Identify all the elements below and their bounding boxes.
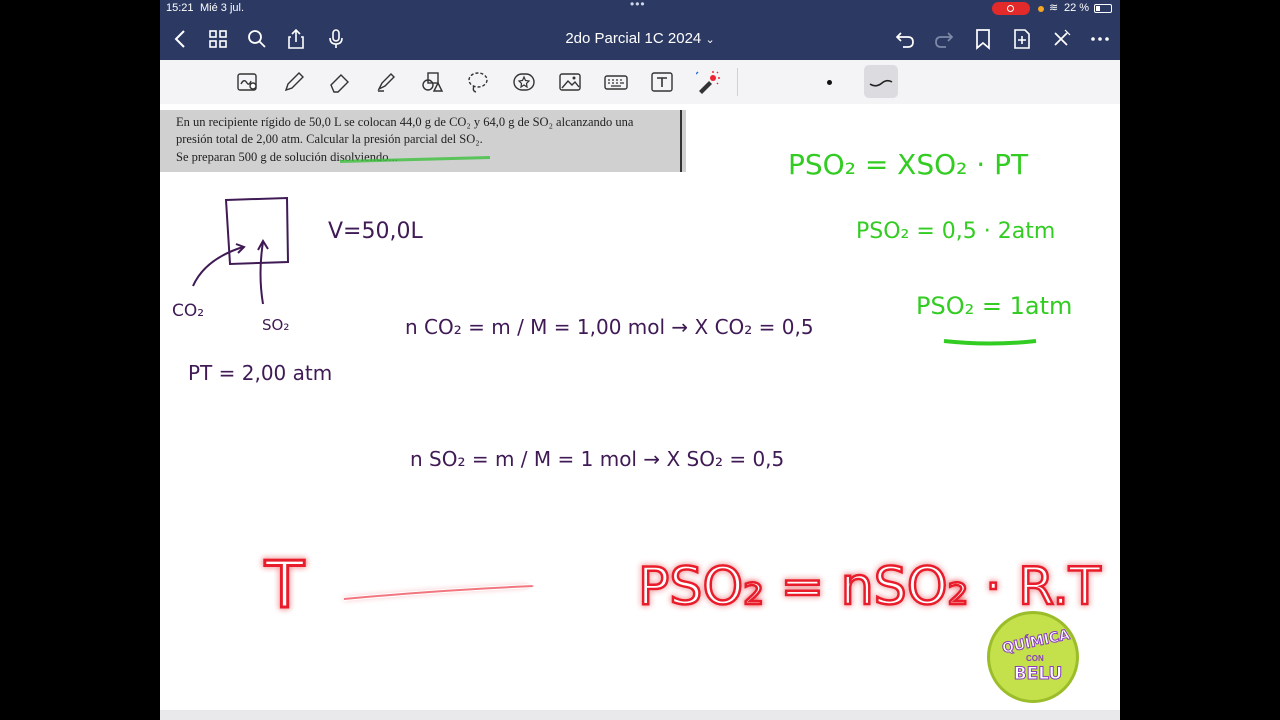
search-icon[interactable] — [246, 28, 268, 50]
container-box — [224, 196, 290, 266]
battery-icon — [1094, 4, 1112, 13]
grid-view-icon[interactable] — [207, 28, 229, 50]
container-diagram — [192, 196, 290, 305]
shapes-icon[interactable] — [420, 70, 444, 94]
page-bottom-edge — [160, 710, 1120, 720]
document-title: 2do Parcial 1C 2024 — [565, 30, 702, 47]
add-page-icon[interactable] — [1011, 28, 1033, 50]
green-equation-2: PSO₂ = 0,5 · 2atm — [856, 219, 1055, 244]
pen-size-dot-icon[interactable] — [827, 80, 832, 85]
moles-so2-text: n SO₂ = m / M = 1 mol → X SO₂ = 0,5 — [410, 447, 784, 471]
lasso-icon[interactable] — [466, 70, 490, 94]
toolbar-separator — [737, 68, 738, 96]
multitasking-dots-icon[interactable]: ••• — [630, 0, 646, 11]
quimica-con-belu-logo: QUÍMICA CON BELU — [987, 611, 1079, 703]
mic-indicator-icon — [1038, 6, 1044, 12]
laser-pointer-icon[interactable] — [696, 70, 720, 94]
green-equation-1: PSO₂ = XSO₂ · PT — [788, 148, 1029, 181]
status-time: 15:21 — [166, 2, 194, 14]
screen-recording-icon[interactable] — [992, 2, 1030, 15]
red-fraction-line — [801, 620, 937, 634]
moles-co2-text: n CO₂ = m / M = 1,00 mol → X CO₂ = 0,5 — [405, 315, 814, 339]
arrow-so2 — [259, 241, 264, 305]
green-double-underline — [943, 339, 1037, 346]
red-T-text: T — [264, 549, 305, 623]
lasso-magnify-icon[interactable] — [236, 70, 260, 94]
status-date: Mié 3 jul. — [200, 2, 245, 14]
arrow-co2 — [192, 246, 244, 287]
pen-icon[interactable] — [282, 70, 306, 94]
total-pressure-text: PT = 2,00 atm — [188, 361, 332, 385]
handwriting-layer: V=50,0L CO₂ SO₂ PT = 2,00 atm n CO₂ = m … — [172, 148, 1102, 634]
document-nav-bar: 2do Parcial 1C 2024 ⌄ — [160, 18, 1120, 60]
red-formula-text: PSO₂ = nSO₂ · R.T — [638, 557, 1101, 617]
ipad-screen: 15:21 Mié 3 jul. ••• ≋ 22 % 2do Parcial … — [160, 0, 1120, 720]
battery-percent: 22 % — [1064, 2, 1090, 14]
bookmark-icon[interactable] — [972, 28, 994, 50]
stroke-curve-icon — [869, 79, 893, 87]
share-icon[interactable] — [285, 28, 307, 50]
more-options-icon[interactable] — [1089, 28, 1111, 50]
co2-label: CO₂ — [172, 301, 204, 321]
highlighter-icon[interactable] — [374, 70, 398, 94]
volume-text: V=50,0L — [328, 219, 423, 244]
eraser-icon[interactable] — [328, 70, 352, 94]
undo-icon[interactable] — [894, 28, 916, 50]
green-equation-3: PSO₂ = 1atm — [916, 292, 1072, 320]
chevron-down-icon: ⌄ — [705, 34, 715, 46]
redo-icon[interactable] — [933, 28, 955, 50]
drawing-toolbar — [160, 60, 1120, 105]
status-bar: 15:21 Mié 3 jul. ••• ≋ 22 % — [160, 0, 1120, 18]
image-icon[interactable] — [558, 70, 582, 94]
so2-label: SO₂ — [262, 316, 289, 334]
microphone-icon[interactable] — [325, 28, 347, 50]
sticker-icon[interactable] — [512, 70, 536, 94]
document-title-button[interactable]: 2do Parcial 1C 2024 ⌄ — [540, 30, 740, 47]
logo-line-3: BELU — [1013, 664, 1063, 685]
back-chevron-icon[interactable] — [170, 28, 192, 50]
wifi-icon: ≋ — [1049, 2, 1059, 14]
logo-line-2: CON — [1026, 654, 1044, 663]
text-box-icon[interactable] — [650, 70, 674, 94]
close-edit-icon[interactable] — [1050, 28, 1072, 50]
notebook-page[interactable]: En un recipiente rígido de 50,0 L se col… — [160, 104, 1120, 720]
keyboard-icon[interactable] — [604, 70, 628, 94]
